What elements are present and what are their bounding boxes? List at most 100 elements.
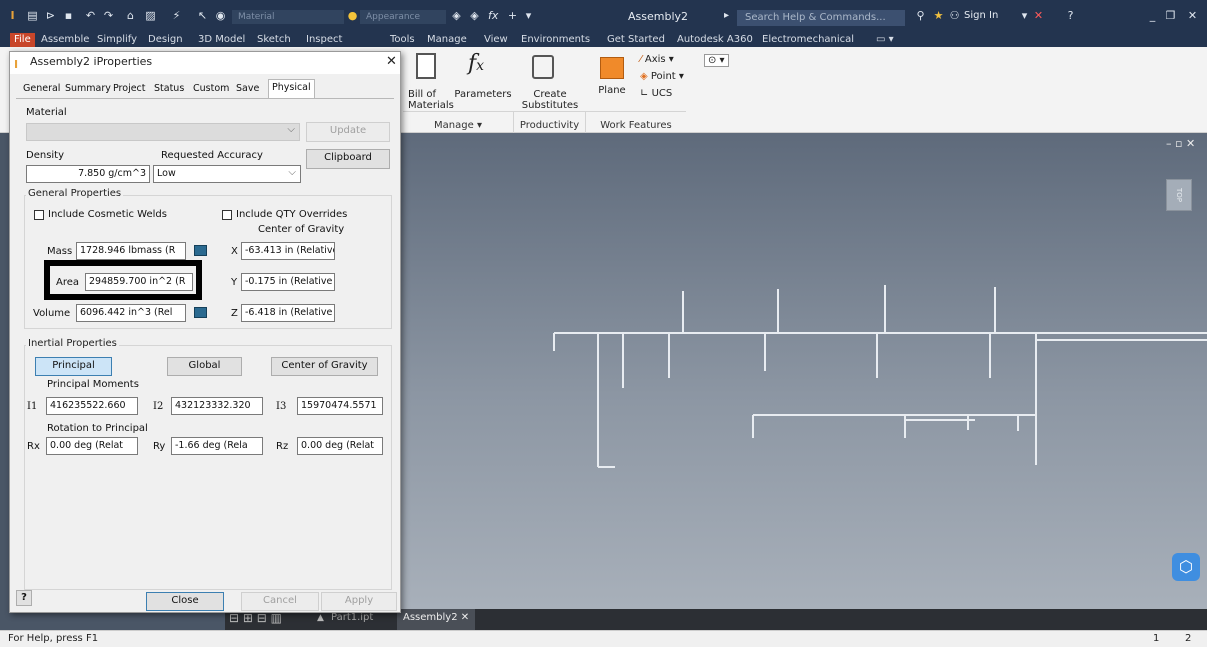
tab-status[interactable]: Status bbox=[151, 81, 187, 98]
tab-get-started[interactable]: Get Started bbox=[607, 33, 665, 47]
tab-simplify[interactable]: Simplify bbox=[97, 33, 137, 47]
save-icon[interactable]: ▪ bbox=[62, 10, 75, 22]
group-manage-label[interactable]: Manage ▾ bbox=[403, 120, 513, 131]
axis-button[interactable]: ⁄ Axis ▾ bbox=[640, 54, 674, 65]
customize-icon[interactable]: ▾ bbox=[522, 10, 535, 22]
sign-in-arrow-icon[interactable]: ▾ bbox=[1018, 10, 1031, 22]
select-icon[interactable]: ↖ bbox=[196, 10, 209, 22]
volume-calculator-icon[interactable] bbox=[194, 307, 207, 318]
parameters-button[interactable]: Parameters bbox=[454, 89, 512, 100]
tab-view[interactable]: View bbox=[484, 33, 508, 47]
clear-icon[interactable]: ◈ bbox=[468, 10, 481, 22]
document-title: Assembly2 bbox=[628, 10, 689, 23]
binoculars-icon[interactable]: ⚲ bbox=[914, 10, 927, 22]
tab-tools[interactable]: Tools bbox=[390, 33, 415, 47]
parameters-icon[interactable]: fx bbox=[468, 51, 484, 76]
mass-field[interactable]: 1728.946 lbmass (R bbox=[76, 242, 186, 260]
cosmetic-welds-checkbox[interactable] bbox=[34, 210, 44, 220]
apply-button[interactable]: Apply bbox=[321, 592, 397, 611]
cog-y-field[interactable]: -0.175 in (Relative bbox=[241, 273, 335, 291]
clipboard-button[interactable]: Clipboard bbox=[306, 149, 390, 169]
update-icon[interactable]: ⚡ bbox=[170, 10, 183, 22]
close-tab-icon[interactable]: ✕ bbox=[461, 612, 469, 623]
tile-windows-icon[interactable]: ⊟ ⊞ ⊟ ▥ bbox=[229, 611, 282, 625]
new-icon[interactable]: ▤ bbox=[26, 10, 39, 22]
create-substitutes-button[interactable]: Create Substitutes bbox=[520, 89, 580, 111]
tab-overflow-icon[interactable]: ▲ bbox=[317, 613, 324, 623]
bill-of-materials-icon[interactable] bbox=[416, 53, 436, 79]
volume-field[interactable]: 6096.442 in^3 (Rel bbox=[76, 304, 186, 322]
tab-save[interactable]: Save bbox=[233, 81, 262, 98]
accuracy-select[interactable]: Low bbox=[153, 165, 301, 183]
tab-design[interactable]: Design bbox=[148, 33, 183, 47]
measure-icon[interactable]: ◉ bbox=[214, 10, 227, 22]
tab-autodesk-a360[interactable]: Autodesk A360 bbox=[677, 33, 753, 47]
tab-sketch[interactable]: Sketch bbox=[257, 33, 291, 47]
create-substitutes-icon[interactable] bbox=[532, 55, 554, 79]
ry-field[interactable]: -1.66 deg (Rela bbox=[171, 437, 263, 455]
undo-icon[interactable]: ↶ bbox=[84, 10, 97, 22]
tab-general[interactable]: General bbox=[20, 81, 63, 98]
favorites-icon[interactable]: ★ bbox=[932, 10, 945, 22]
principal-button[interactable]: Principal bbox=[35, 357, 112, 376]
doc-tab-part1[interactable]: Part1.ipt bbox=[331, 612, 373, 623]
fx-icon[interactable]: fx bbox=[488, 9, 498, 22]
tab-3d-model[interactable]: 3D Model bbox=[198, 33, 245, 47]
appearance-dropdown[interactable]: Appearance bbox=[360, 10, 446, 24]
tab-physical[interactable]: Physical bbox=[268, 79, 315, 98]
cog-z-field[interactable]: -6.418 in (Relative bbox=[241, 304, 335, 322]
global-button[interactable]: Global bbox=[167, 357, 242, 376]
tab-file[interactable]: File bbox=[10, 33, 35, 47]
tab-custom[interactable]: Custom bbox=[190, 81, 232, 98]
home-icon[interactable]: ⌂ bbox=[124, 10, 137, 22]
redo-icon[interactable]: ↷ bbox=[102, 10, 115, 22]
ribbon-options-icon[interactable]: ▭ ▾ bbox=[876, 33, 894, 47]
ucs-button[interactable]: ∟ UCS bbox=[640, 88, 672, 99]
density-field[interactable]: 7.850 g/cm^3 bbox=[26, 165, 150, 183]
plus-icon[interactable]: + bbox=[506, 10, 519, 22]
tab-electromechanical[interactable]: Electromechanical bbox=[762, 33, 854, 47]
search-input[interactable]: Search Help & Commands... bbox=[737, 10, 905, 26]
dialog-close-icon[interactable]: ✕ bbox=[386, 52, 397, 72]
restore-icon[interactable]: ❐ bbox=[1164, 10, 1177, 22]
rx-field[interactable]: 0.00 deg (Relat bbox=[46, 437, 138, 455]
close-app-icon[interactable]: ✕ bbox=[1186, 10, 1199, 22]
i1-field[interactable]: 416235522.660 bbox=[46, 397, 138, 415]
minimize-icon[interactable]: _ bbox=[1146, 10, 1159, 22]
material-select[interactable] bbox=[26, 123, 300, 141]
i2-field[interactable]: 432123332.320 bbox=[171, 397, 263, 415]
close-button[interactable]: Close bbox=[146, 592, 224, 611]
bill-of-materials-button[interactable]: Bill of Materials bbox=[408, 89, 454, 111]
project-icon[interactable]: ▨ bbox=[144, 10, 157, 22]
area-field[interactable]: 294859.700 in^2 (R bbox=[85, 273, 193, 291]
tab-summary[interactable]: Summary bbox=[62, 81, 114, 98]
material-dropdown[interactable]: Material bbox=[232, 10, 344, 24]
group-productivity: Productivity bbox=[514, 111, 586, 133]
update-button[interactable]: Update bbox=[306, 122, 390, 142]
cog-x-field[interactable]: -63.413 in (Relative bbox=[241, 242, 335, 260]
tab-manage[interactable]: Manage bbox=[427, 33, 467, 47]
tab-inspect[interactable]: Inspect bbox=[306, 33, 342, 47]
help-button[interactable]: ? bbox=[16, 590, 32, 606]
open-icon[interactable]: ⊳ bbox=[44, 10, 57, 22]
adjust-icon[interactable]: ◈ bbox=[450, 10, 463, 22]
plane-icon[interactable] bbox=[600, 57, 624, 79]
tab-environments[interactable]: Environments bbox=[521, 33, 590, 47]
center-of-gravity-button[interactable]: Center of Gravity bbox=[271, 357, 378, 376]
graphics-viewport[interactable]: – ▫ ✕ TOP ⬡ bbox=[400, 133, 1207, 609]
mass-calculator-icon[interactable] bbox=[194, 245, 207, 256]
autodesk-app-icon[interactable]: ⬡ bbox=[1172, 553, 1200, 581]
doc-tab-assembly2[interactable]: Assembly2 ✕ bbox=[397, 609, 476, 630]
i3-field[interactable]: 15970474.5571 bbox=[297, 397, 383, 415]
sign-in-link[interactable]: Sign In bbox=[964, 10, 998, 21]
help-icon[interactable]: ? bbox=[1064, 10, 1077, 22]
tab-assemble[interactable]: Assemble bbox=[41, 33, 89, 47]
more-work-features-button[interactable]: ⊙ ▾ bbox=[704, 54, 729, 67]
tab-project[interactable]: Project bbox=[110, 81, 149, 98]
plane-button[interactable]: Plane bbox=[596, 85, 628, 96]
qty-overrides-checkbox[interactable] bbox=[222, 210, 232, 220]
cancel-button[interactable]: Cancel bbox=[241, 592, 319, 611]
exchange-icon[interactable]: ✕ bbox=[1032, 10, 1045, 22]
point-button[interactable]: ◈ Point ▾ bbox=[640, 71, 684, 82]
rz-field[interactable]: 0.00 deg (Relat bbox=[297, 437, 383, 455]
